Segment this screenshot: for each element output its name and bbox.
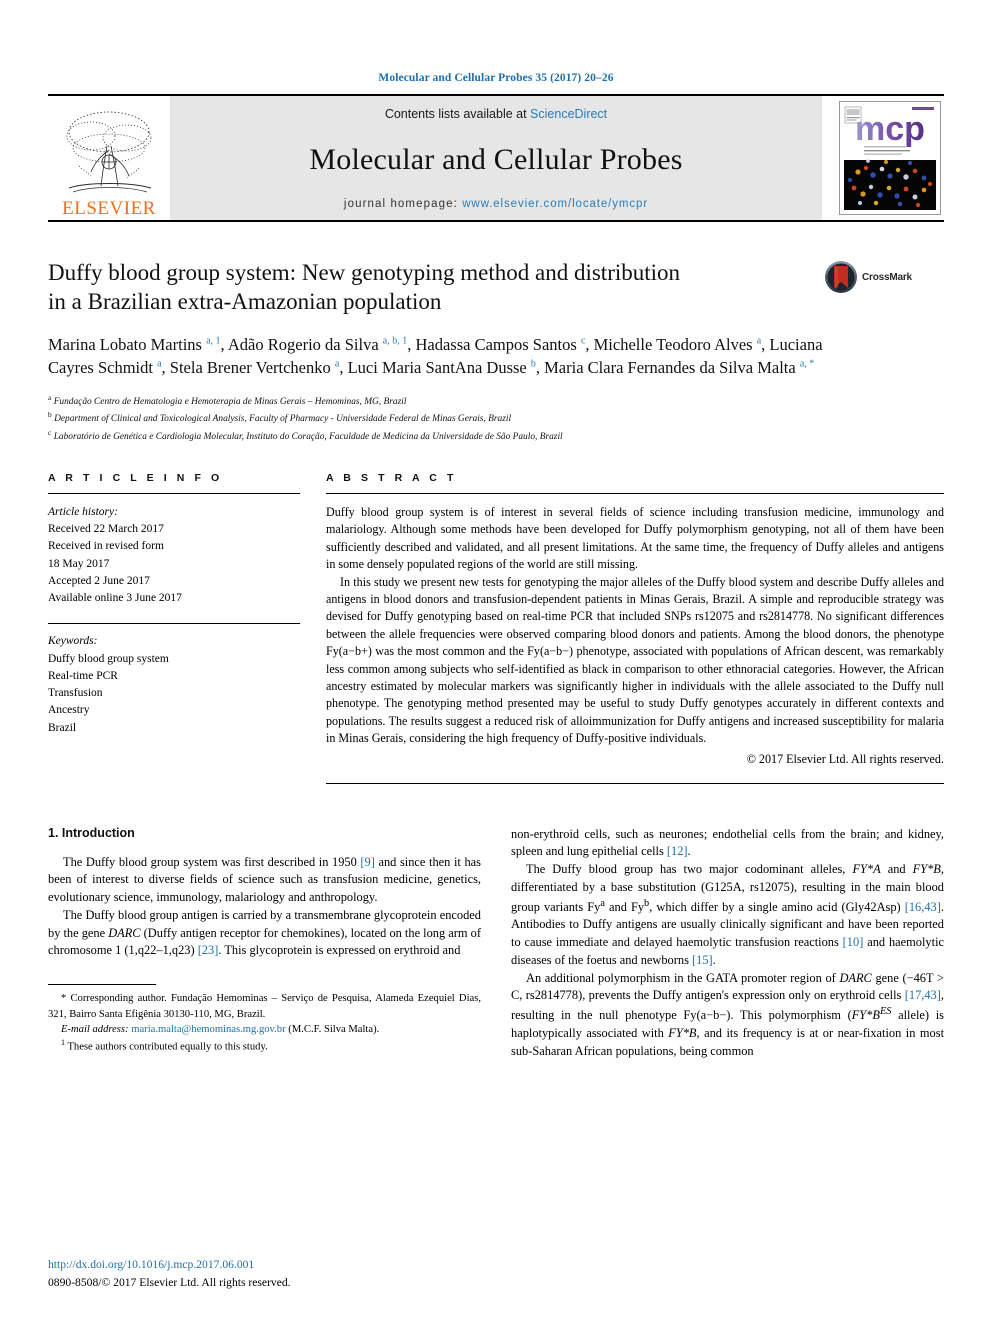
footer-block: http://dx.doi.org/10.1016/j.mcp.2017.06.…: [48, 1257, 488, 1291]
body-column-right: non-erythroid cells, such as neurones; e…: [511, 826, 944, 1061]
email-label: E-mail address:: [61, 1023, 129, 1035]
history-item: 18 May 2017: [48, 557, 110, 570]
history-item: Available online 3 June 2017: [48, 592, 182, 605]
author-list: Marina Lobato Martins a, 1, Adão Rogerio…: [48, 334, 823, 378]
elsevier-tree-icon: [66, 111, 152, 193]
sciencedirect-link[interactable]: ScienceDirect: [530, 107, 607, 121]
body-paragraph: An additional polymorphism in the GATA p…: [511, 970, 945, 1058]
article-page: Molecular and Cellular Probes 35 (2017) …: [0, 0, 992, 1323]
keyword-item: Transfusion: [48, 687, 103, 700]
journal-homepage-line: journal homepage: www.elsevier.com/locat…: [344, 198, 648, 210]
crossmark-icon: [825, 261, 857, 293]
svg-text:mcp: mcp: [855, 110, 925, 148]
journal-cover-image: mcp: [840, 102, 940, 214]
keyword-item: Real-time PCR: [48, 669, 118, 682]
contents-prefix: Contents lists available at: [384, 107, 531, 121]
affiliation-marker: a: [48, 392, 52, 402]
masthead-center: Contents lists available at ScienceDirec…: [170, 96, 822, 220]
affiliation-text: Fundação Centro de Hematologia e Hemoter…: [53, 396, 407, 407]
affiliation-marker: b: [48, 410, 52, 420]
keywords-label: Keywords:: [48, 635, 98, 648]
crossmark-badge[interactable]: CrossMark: [824, 258, 944, 294]
doi-link[interactable]: http://dx.doi.org/10.1016/j.mcp.2017.06.…: [48, 1257, 488, 1273]
keyword-item: Ancestry: [48, 704, 90, 717]
body-paragraph: The Duffy blood group has two major codo…: [511, 862, 945, 967]
affiliation-item: c Laboratório de Genética e Cardiologia …: [48, 427, 944, 444]
affiliation-text: Laboratório de Genética e Cardiologia Mo…: [53, 431, 563, 442]
footnote-block: * Corresponding author. Fundação Hemomin…: [48, 984, 481, 1055]
body-paragraph: non-erythroid cells, such as neurones; e…: [511, 826, 944, 859]
corresponding-author-note: * Corresponding author. Fundação Hemomin…: [48, 993, 481, 1020]
abstract-paragraph: In this study we present new tests for g…: [326, 574, 944, 746]
title-line-1: Duffy blood group system: New genotyping…: [48, 260, 681, 285]
homepage-prefix: journal homepage:: [343, 198, 463, 210]
affiliation-marker: c: [48, 427, 52, 437]
abstract-paragraph: Duffy blood group system is of interest …: [326, 504, 944, 572]
abstract-heading: A B S T R A C T: [326, 471, 457, 484]
article-info-column: A R T I C L E I N F O Article history: R…: [48, 472, 300, 737]
info-abstract-section: A R T I C L E I N F O Article history: R…: [48, 472, 944, 784]
history-item: Received 22 March 2017: [48, 523, 164, 536]
article-info-heading: A R T I C L E I N F O: [48, 471, 223, 484]
history-item: Received in revised form: [48, 540, 164, 553]
elsevier-wordmark: ELSEVIER: [62, 198, 156, 219]
affiliation-list: a Fundação Centro de Hematologia e Hemot…: [48, 392, 944, 444]
history-item: Accepted 2 June 2017: [48, 574, 150, 587]
article-history-label: Article history:: [48, 505, 118, 518]
body-column-left: 1. Introduction The Duffy blood group sy…: [48, 826, 481, 1061]
divider: [326, 492, 944, 494]
footnote-divider: [48, 984, 156, 986]
divider: [326, 782, 944, 784]
abstract-column: A B S T R A C T Duffy blood group system…: [326, 472, 944, 784]
running-head: Molecular and Cellular Probes 35 (2017) …: [378, 72, 614, 84]
journal-title: Molecular and Cellular Probes: [309, 142, 683, 176]
email-note: E-mail address: maria.malta@hemominas.mg…: [48, 1022, 481, 1037]
affiliation-item: a Fundação Centro de Hematologia e Hemot…: [48, 392, 944, 409]
elsevier-logo: ELSEVIER: [48, 96, 170, 220]
keyword-item: Brazil: [48, 721, 77, 734]
divider: [48, 623, 300, 625]
affiliation-text: Department of Clinical and Toxicological…: [54, 414, 512, 425]
email-link[interactable]: maria.malta@hemominas.mg.gov.br: [131, 1024, 285, 1035]
crossmark-label: CrossMark: [862, 271, 912, 283]
journal-masthead: ELSEVIER Contents lists available at Sci…: [48, 94, 944, 222]
section-heading-introduction: 1. Introduction: [48, 825, 135, 840]
issn-copyright-line: 0890-8508/© 2017 Elsevier Ltd. All right…: [48, 1275, 291, 1289]
abstract-copyright: © 2017 Elsevier Ltd. All rights reserved…: [746, 751, 944, 766]
divider: [48, 492, 300, 494]
email-suffix: (M.C.F. Silva Malta).: [288, 1023, 380, 1035]
body-columns: 1. Introduction The Duffy blood group sy…: [48, 826, 944, 1061]
keyword-item: Duffy blood group system: [48, 652, 169, 665]
title-line-2: in a Brazilian extra-Amazonian populatio…: [48, 289, 442, 315]
title-block: Duffy blood group system: New genotyping…: [48, 258, 944, 317]
body-paragraph: The Duffy blood group antigen is carried…: [48, 907, 481, 958]
body-paragraph: The Duffy blood group system was first d…: [48, 854, 481, 905]
journal-cover-thumbnail: mcp: [836, 96, 944, 220]
page-title: Duffy blood group system: New genotyping…: [48, 258, 816, 317]
equal-contribution-note: 1 These authors contributed equally to t…: [61, 1038, 268, 1053]
contents-available-line: Contents lists available at ScienceDirec…: [385, 107, 607, 121]
homepage-url-link[interactable]: www.elsevier.com/locate/ymcpr: [462, 198, 648, 210]
affiliation-item: b Department of Clinical and Toxicologic…: [48, 409, 944, 426]
